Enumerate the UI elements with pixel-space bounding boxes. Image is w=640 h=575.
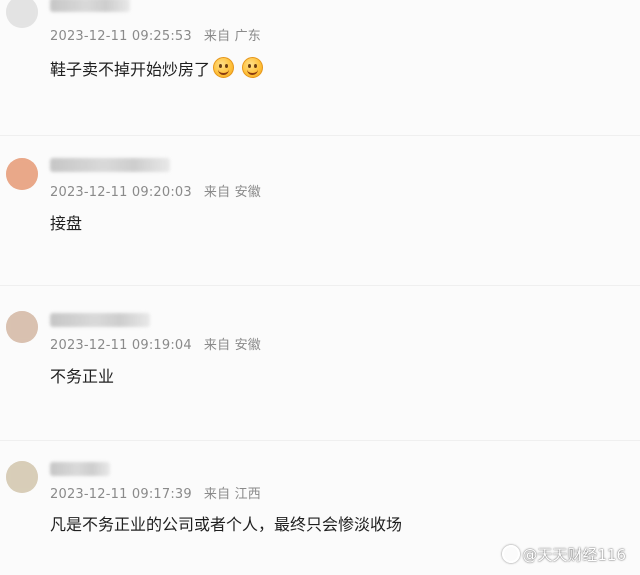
comment-body: 接盘 [50,214,83,233]
comment-meta: 2023-12-11 09:20:03 来自 安徽 [50,181,261,200]
comment-body: 鞋子卖不掉开始炒房了 [50,60,211,79]
platform-logo-icon [502,545,521,563]
avatar[interactable] [6,461,38,493]
watermark: @天天财经116 [502,544,626,565]
comment-body: 凡是不务正业的公司或者个人，最终只会惨淡收场 [50,515,403,534]
comment-text: 鞋子卖不掉开始炒房了 [50,56,264,80]
comment-meta: 2023-12-11 09:17:39 来自 江西 [50,483,261,502]
smile-emoji-icon [242,57,264,78]
smile-emoji-icon [213,57,235,78]
comment-timestamp: 2023-12-11 09:20:03 [50,185,192,200]
divider [0,135,640,136]
comment-timestamp: 2023-12-11 09:25:53 [50,29,192,44]
avatar[interactable] [6,311,38,343]
username-redacted[interactable] [50,0,130,12]
divider [0,285,640,286]
comment-timestamp: 2023-12-11 09:17:39 [50,487,192,502]
comment-location: 来自 江西 [203,487,262,502]
comment-timestamp: 2023-12-11 09:19:04 [50,338,192,353]
comment-meta: 2023-12-11 09:19:04 来自 安徽 [50,334,261,353]
comment-text: 接盘 [50,210,82,234]
avatar[interactable] [6,158,38,190]
avatar[interactable] [6,0,38,28]
username-redacted[interactable] [50,158,170,172]
username-redacted[interactable] [50,313,150,327]
watermark-text: @天天财经116 [522,546,626,564]
username-redacted[interactable] [50,462,110,476]
divider [0,440,640,441]
comment-location: 来自 广东 [203,29,262,44]
comment-body: 不务正业 [50,367,115,386]
comment-text: 不务正业 [50,363,114,387]
comment-meta: 2023-12-11 09:25:53 来自 广东 [50,25,261,44]
comment-location: 来自 安徽 [203,338,262,353]
comment-text: 凡是不务正业的公司或者个人，最终只会惨淡收场 [50,511,402,535]
comment-location: 来自 安徽 [203,185,262,200]
